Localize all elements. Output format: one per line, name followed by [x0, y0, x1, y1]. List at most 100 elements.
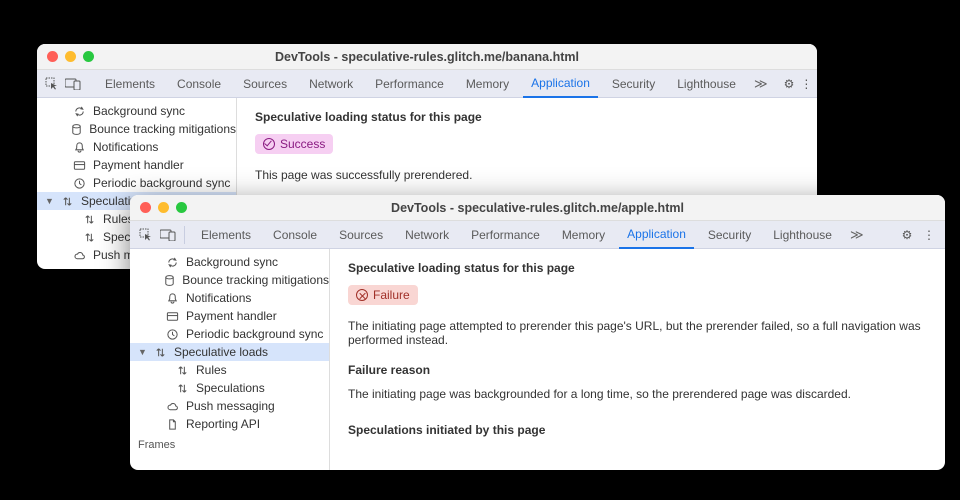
tab-lighthouse[interactable]: Lighthouse: [669, 70, 744, 97]
cloud-icon: [166, 400, 180, 413]
sidebar-item-payment-handler[interactable]: Payment handler: [37, 156, 236, 174]
db-icon: [163, 274, 176, 287]
status-heading: Speculative loading status for this page: [348, 261, 927, 275]
sidebar-item-label: Bounce tracking mitigations: [182, 273, 329, 287]
status-label: Success: [280, 137, 325, 151]
tab-lighthouse[interactable]: Lighthouse: [765, 221, 840, 248]
sidebar-item-label: Bounce tracking mitigations: [89, 122, 236, 136]
devtools-window-apple: DevTools - speculative-rules.glitch.me/a…: [130, 195, 945, 470]
tab-application[interactable]: Application: [523, 71, 598, 98]
sidebar-item-label: Payment handler: [93, 158, 184, 172]
more-tabs-icon[interactable]: ≫: [846, 227, 868, 243]
tab-performance[interactable]: Performance: [463, 221, 548, 248]
status-message: This page was successfully prerendered.: [255, 168, 799, 182]
device-toggle-icon[interactable]: [160, 227, 176, 243]
tab-application[interactable]: Application: [619, 222, 694, 249]
close-button[interactable]: [47, 51, 58, 62]
minimize-button[interactable]: [65, 51, 76, 62]
status-badge-failure: Failure: [348, 285, 418, 305]
caret-icon: ▼: [45, 196, 55, 206]
card-icon: [73, 159, 87, 172]
db-icon: [70, 123, 83, 136]
tab-network[interactable]: Network: [301, 70, 361, 97]
sidebar-item-background-sync[interactable]: Background sync: [37, 102, 236, 120]
sidebar-item-label: Periodic background sync: [93, 176, 230, 190]
arrows-icon: [154, 346, 168, 359]
check-circle-icon: [263, 138, 275, 150]
status-message: The initiating page attempted to prerend…: [348, 319, 927, 347]
tab-elements[interactable]: Elements: [193, 221, 259, 248]
zoom-button[interactable]: [83, 51, 94, 62]
sidebar-item-label: Reporting API: [186, 417, 260, 431]
clock-icon: [73, 177, 87, 190]
reason-heading: Failure reason: [348, 363, 927, 377]
sidebar-item-label: Periodic background sync: [186, 327, 323, 341]
window-title: DevTools - speculative-rules.glitch.me/b…: [37, 50, 817, 64]
sidebar-item-rules[interactable]: Rules: [130, 361, 329, 379]
sidebar-item-speculative-loads[interactable]: ▼ Speculative loads: [130, 343, 329, 361]
close-button[interactable]: [140, 202, 151, 213]
tab-performance[interactable]: Performance: [367, 70, 452, 97]
sidebar-section: Frames: [130, 439, 329, 451]
devtools-tab-bar: Elements Console Sources Network Perform…: [37, 70, 817, 98]
window-controls: [140, 202, 187, 213]
sidebar-item-label: Notifications: [93, 140, 158, 154]
zoom-button[interactable]: [176, 202, 187, 213]
inspect-icon[interactable]: [138, 227, 154, 243]
sidebar-item-push-messaging[interactable]: Push messaging: [130, 397, 329, 415]
titlebar: DevTools - speculative-rules.glitch.me/a…: [130, 195, 945, 221]
sidebar-item-notifications[interactable]: Notifications: [37, 138, 236, 156]
bell-icon: [166, 292, 180, 305]
caret-icon: ▼: [138, 347, 148, 357]
kebab-menu-icon[interactable]: ⋮: [921, 227, 937, 243]
status-label: Failure: [373, 288, 410, 302]
sidebar-item-notifications[interactable]: Notifications: [130, 289, 329, 307]
sync-icon: [73, 105, 87, 118]
status-badge-success: Success: [255, 134, 333, 154]
more-tabs-icon[interactable]: ≫: [750, 76, 772, 92]
minimize-button[interactable]: [158, 202, 169, 213]
settings-icon[interactable]: ⚙: [899, 227, 915, 243]
sidebar-item-label: Speculations: [196, 381, 265, 395]
sidebar-item-label: Speculative loads: [174, 345, 268, 359]
tab-sources[interactable]: Sources: [235, 70, 295, 97]
sync-icon: [166, 256, 180, 269]
sidebar-item-label: Push messaging: [186, 399, 275, 413]
tab-console[interactable]: Console: [169, 70, 229, 97]
device-toggle-icon[interactable]: [65, 76, 81, 92]
sidebar-item-speculations[interactable]: Speculations: [130, 379, 329, 397]
main-panel: Speculative loading status for this page…: [330, 249, 945, 470]
tab-network[interactable]: Network: [397, 221, 457, 248]
tab-elements[interactable]: Elements: [97, 70, 163, 97]
reason-text: The initiating page was backgrounded for…: [348, 387, 927, 401]
sidebar-item-label: Background sync: [186, 255, 278, 269]
x-circle-icon: [356, 289, 368, 301]
tab-memory[interactable]: Memory: [458, 70, 517, 97]
sidebar-item-bounce-tracking-mitigations[interactable]: Bounce tracking mitigations: [37, 120, 236, 138]
tab-memory[interactable]: Memory: [554, 221, 613, 248]
tab-console[interactable]: Console: [265, 221, 325, 248]
sidebar-item-payment-handler[interactable]: Payment handler: [130, 307, 329, 325]
sidebar-item-reporting-api[interactable]: Reporting API: [130, 415, 329, 433]
tab-security[interactable]: Security: [700, 221, 759, 248]
arrows-icon: [83, 231, 97, 244]
doc-icon: [166, 418, 180, 431]
sidebar-item-label: Payment handler: [186, 309, 277, 323]
bell-icon: [73, 141, 87, 154]
settings-icon[interactable]: ⚙: [784, 76, 795, 92]
sidebar-item-periodic-background-sync[interactable]: Periodic background sync: [37, 174, 236, 192]
inspect-icon[interactable]: [45, 76, 59, 92]
sidebar-item-periodic-background-sync[interactable]: Periodic background sync: [130, 325, 329, 343]
arrows-icon: [176, 382, 190, 395]
sidebar-item-label: Rules: [196, 363, 227, 377]
initiated-heading: Speculations initiated by this page: [348, 423, 927, 437]
kebab-menu-icon[interactable]: ⋮: [800, 76, 812, 92]
cloud-icon: [73, 249, 87, 262]
sidebar-item-bounce-tracking-mitigations[interactable]: Bounce tracking mitigations: [130, 271, 329, 289]
titlebar: DevTools - speculative-rules.glitch.me/b…: [37, 44, 817, 70]
arrows-icon: [61, 195, 75, 208]
devtools-tab-bar: Elements Console Sources Network Perform…: [130, 221, 945, 249]
tab-sources[interactable]: Sources: [331, 221, 391, 248]
tab-security[interactable]: Security: [604, 70, 663, 97]
sidebar-item-background-sync[interactable]: Background sync: [130, 253, 329, 271]
